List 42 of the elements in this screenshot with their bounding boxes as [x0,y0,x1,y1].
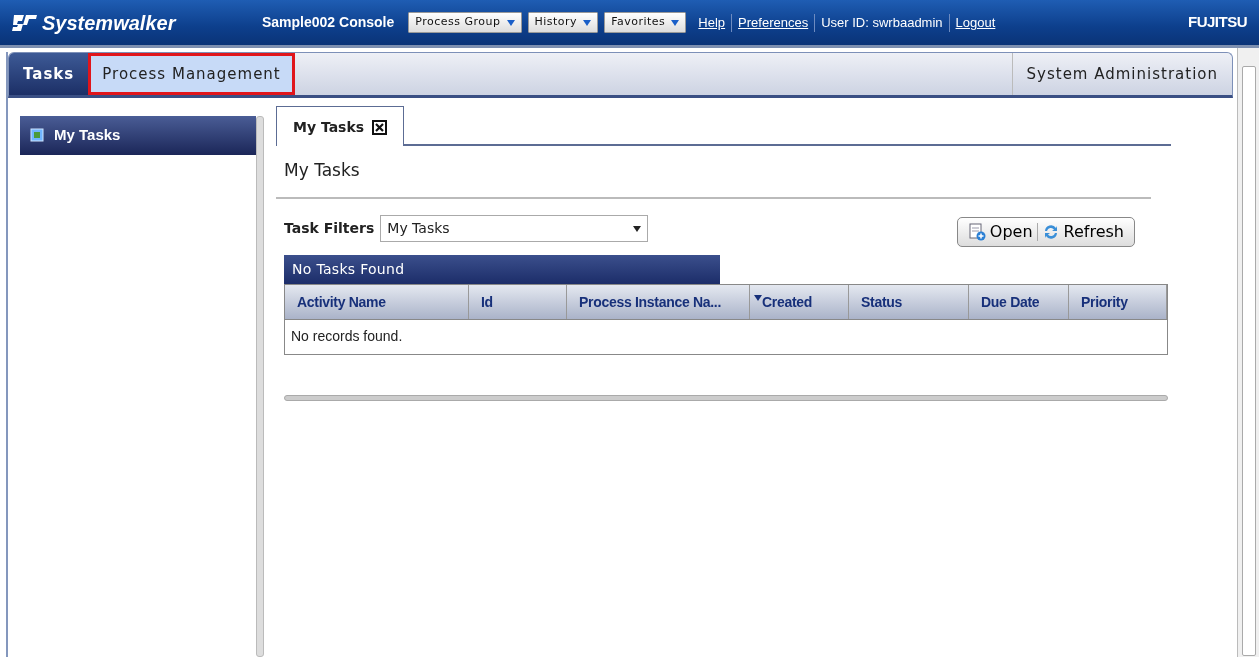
header-link[interactable]: Help [692,12,732,33]
task-icon [30,128,44,143]
open-button[interactable]: Open [963,219,1037,244]
column-header[interactable]: Status [849,284,969,319]
menu-dropdown[interactable]: History [527,12,599,33]
caret-icon [671,19,680,26]
page-title: My Tasks [276,146,1151,199]
empty-message: No records found. [285,318,1167,354]
column-header[interactable]: Priority [1069,284,1167,319]
filter-dropdown[interactable]: My Tasks [380,215,649,242]
close-icon[interactable] [372,120,388,135]
menu-dropdown[interactable]: Favorites [604,12,687,33]
column-header[interactable]: Id [469,284,567,319]
console-title: Sample002 Console [262,13,395,32]
column-header[interactable]: Created [750,284,849,319]
column-header[interactable]: Activity Name [285,284,469,319]
brand-logo: FUJITSU [1188,12,1247,33]
header-link[interactable]: Preferences [732,12,815,33]
sidebar-item[interactable]: My Tasks [20,116,256,155]
main-tab[interactable]: Process Management [88,53,295,95]
caret-icon [583,19,592,26]
caret-icon [506,19,515,26]
column-header[interactable]: Process Instance Na... [567,284,750,319]
document-icon [967,222,986,241]
logo-text: Systemwalker [42,10,176,36]
table-caption: No Tasks Found [284,254,720,284]
user-id-text: User ID: swrbaadmin [820,13,944,32]
logo-icon [12,12,38,33]
caret-icon [633,225,642,232]
splitter-handle[interactable] [256,116,264,657]
main-tab[interactable]: System Administration [1011,53,1232,95]
filter-label: Task Filters [284,219,375,238]
scrollbar[interactable] [1237,48,1259,657]
scroll-thumb[interactable] [1241,66,1256,656]
content-tab[interactable]: My Tasks [276,106,405,146]
splitter-handle[interactable] [284,394,1168,401]
header-link[interactable]: Logout [949,12,1002,33]
main-tab[interactable]: Tasks [9,53,89,95]
column-header[interactable]: Due Date [969,284,1069,319]
refresh-button[interactable]: Refresh [1037,219,1128,244]
menu-dropdown[interactable]: Process Group [408,12,522,33]
sort-icon [754,294,762,301]
